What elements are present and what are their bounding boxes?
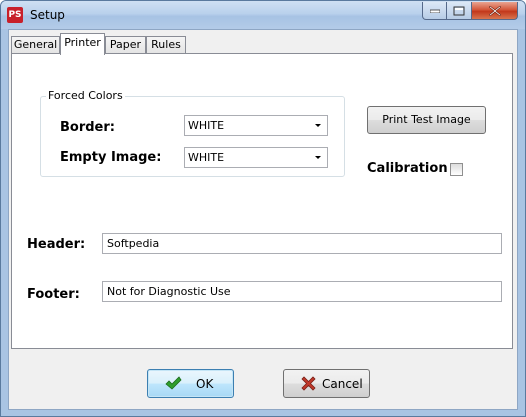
printer-tab-panel: Forced Colors Border: WHITE Empty Image:… bbox=[11, 53, 513, 349]
maximize-icon bbox=[453, 6, 465, 15]
forced-colors-legend: Forced Colors bbox=[46, 89, 125, 102]
minimize-icon bbox=[429, 9, 440, 13]
forced-colors-group: Forced Colors Border: WHITE Empty Image:… bbox=[40, 89, 345, 177]
chevron-down-icon bbox=[315, 156, 321, 159]
tab-paper[interactable]: Paper bbox=[105, 36, 146, 54]
header-label: Header: bbox=[27, 237, 86, 252]
tab-general[interactable]: General bbox=[11, 36, 60, 54]
chevron-down-icon bbox=[315, 124, 321, 127]
tab-rules[interactable]: Rules bbox=[146, 36, 186, 54]
tab-printer[interactable]: Printer bbox=[60, 33, 105, 55]
setup-window: PS Setup General Printer Paper Rules For… bbox=[0, 0, 526, 417]
print-test-image-button[interactable]: Print Test Image bbox=[367, 106, 486, 134]
close-icon bbox=[488, 5, 501, 16]
empty-image-color-value: WHITE bbox=[188, 151, 225, 164]
close-button[interactable] bbox=[472, 2, 518, 20]
calibration-label: Calibration bbox=[367, 161, 448, 176]
border-color-value: WHITE bbox=[188, 119, 225, 132]
window-title: Setup bbox=[30, 8, 65, 22]
calibration-checkbox[interactable] bbox=[450, 163, 463, 176]
cancel-label: Cancel bbox=[322, 377, 363, 391]
ok-button[interactable]: OK bbox=[147, 369, 234, 398]
app-icon: PS bbox=[7, 7, 23, 23]
footer-input[interactable]: Not for Diagnostic Use bbox=[102, 281, 502, 302]
empty-image-color-select[interactable]: WHITE bbox=[184, 147, 328, 168]
ok-label: OK bbox=[196, 377, 214, 391]
minimize-button[interactable] bbox=[422, 2, 447, 20]
border-label: Border: bbox=[60, 120, 115, 135]
checkmark-icon bbox=[165, 376, 182, 390]
border-color-select[interactable]: WHITE bbox=[184, 115, 328, 136]
footer-label: Footer: bbox=[27, 287, 80, 302]
header-input[interactable]: Softpedia bbox=[102, 233, 502, 254]
title-bar[interactable]: PS Setup bbox=[1, 1, 525, 29]
cancel-x-icon bbox=[301, 376, 316, 391]
empty-image-label: Empty Image: bbox=[60, 150, 162, 165]
cancel-button[interactable]: Cancel bbox=[283, 369, 370, 398]
dialog-body: General Printer Paper Rules Forced Color… bbox=[8, 29, 518, 410]
maximize-button[interactable] bbox=[447, 2, 472, 20]
